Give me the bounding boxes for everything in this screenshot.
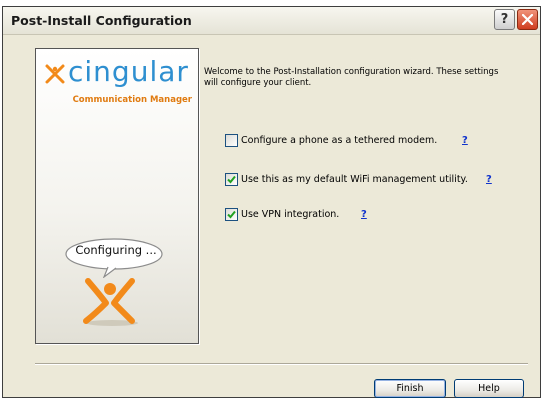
titlebar-help-button[interactable]: ?	[494, 9, 515, 30]
brand-subtitle: Communication Manager	[72, 95, 192, 105]
brand-name: cingular	[68, 55, 189, 88]
vpn-integration-help-link[interactable]: ?	[361, 208, 367, 221]
finish-button[interactable]: Finish	[374, 379, 446, 398]
checkmark-icon	[227, 175, 236, 184]
tethered-modem-label: Configure a phone as a tethered modem.	[241, 135, 438, 146]
close-x-icon	[522, 14, 533, 25]
title-bar: Post-Install Configuration ?	[3, 7, 540, 35]
branding-panel: cingular Communication Manager Configuri…	[35, 48, 199, 344]
wifi-utility-label: Use this as my default WiFi management u…	[241, 174, 468, 185]
wifi-utility-checkbox[interactable]	[225, 173, 238, 186]
window-title: Post-Install Configuration	[11, 13, 192, 28]
bubble-text: Configuring ...	[75, 243, 157, 257]
welcome-text: Welcome to the Post-Installation configu…	[204, 67, 499, 88]
help-button[interactable]: Help	[454, 379, 524, 398]
post-install-dialog: Post-Install Configuration ? cingular Co…	[2, 6, 541, 398]
titlebar-close-button[interactable]	[517, 9, 538, 30]
tethered-modem-checkbox[interactable]	[225, 134, 238, 147]
jumping-man-icon	[83, 278, 138, 326]
cingular-logo-icon	[45, 64, 65, 84]
wifi-utility-help-link[interactable]: ?	[486, 173, 492, 186]
vpn-integration-label: Use VPN integration.	[241, 209, 340, 220]
tethered-modem-help-link[interactable]: ?	[462, 134, 468, 147]
checkmark-icon	[227, 210, 236, 219]
vpn-integration-checkbox[interactable]	[225, 208, 238, 221]
footer-divider	[35, 363, 528, 365]
